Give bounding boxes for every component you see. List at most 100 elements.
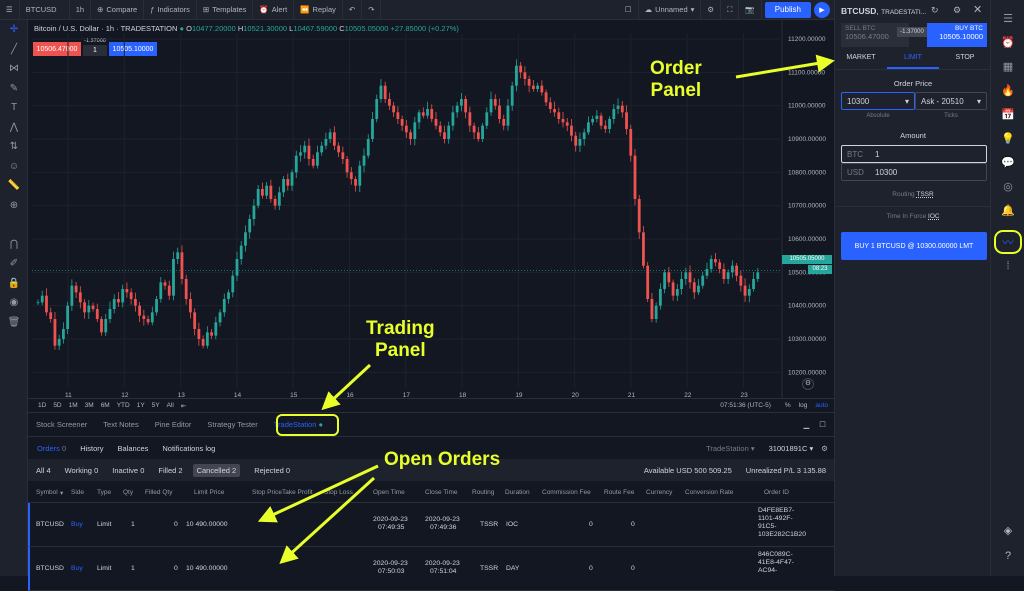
tab-limit[interactable]: LIMIT bbox=[887, 54, 939, 69]
zoom-icon[interactable]: ⊕ bbox=[0, 196, 28, 216]
range-1y[interactable]: 1Y bbox=[137, 402, 145, 409]
range-6m[interactable]: 6M bbox=[101, 402, 110, 409]
column-header[interactable]: Close Time bbox=[425, 489, 458, 496]
filter-inactive[interactable]: Inactive 0 bbox=[112, 466, 144, 475]
column-header[interactable]: Open Time bbox=[373, 489, 405, 496]
range-3m[interactable]: 3M bbox=[85, 402, 94, 409]
broker-select[interactable]: TradeStation ▾ bbox=[706, 444, 755, 453]
column-header[interactable]: Conversion Rate bbox=[685, 489, 733, 496]
btc-amount-input[interactable]: BTC 1 bbox=[841, 145, 987, 163]
interval-button[interactable]: 1h bbox=[70, 0, 92, 19]
column-header[interactable]: Qty bbox=[123, 489, 133, 496]
settings-button[interactable]: ⚙ bbox=[701, 0, 722, 19]
column-header[interactable]: Limit Price bbox=[194, 489, 224, 496]
column-header[interactable]: Take Profit bbox=[282, 489, 313, 496]
brush-icon[interactable]: ✎ bbox=[0, 79, 28, 99]
trading-panel-icon[interactable]: 〰 bbox=[991, 230, 1024, 254]
tab-strategy-tester[interactable]: Strategy Tester bbox=[199, 420, 265, 429]
maximize-icon[interactable]: ☐ bbox=[819, 420, 826, 429]
calendar-icon[interactable]: 📅 bbox=[991, 102, 1024, 126]
compare-button[interactable]: ⊕ Compare bbox=[91, 0, 145, 19]
column-header[interactable]: Stop Price bbox=[252, 489, 282, 496]
column-header[interactable]: Type bbox=[97, 489, 111, 496]
close-icon[interactable]: ✕ bbox=[973, 3, 982, 16]
snapshot-button[interactable]: 📷 bbox=[739, 0, 762, 19]
range-5y[interactable]: 5Y bbox=[152, 402, 160, 409]
tab-pine-editor[interactable]: Pine Editor bbox=[147, 420, 200, 429]
dom-icon[interactable]: ⁞ bbox=[991, 254, 1024, 278]
redo-button[interactable]: ↷ bbox=[362, 0, 382, 19]
buy-button[interactable]: BUY BTC 10505.10000 bbox=[927, 23, 987, 47]
hotlist-icon[interactable]: 🔥 bbox=[991, 78, 1024, 102]
filter-working[interactable]: Working 0 bbox=[65, 466, 99, 475]
column-header[interactable]: Currency bbox=[646, 489, 672, 496]
trendline-icon[interactable]: ╱ bbox=[0, 40, 28, 60]
filter-cancelled[interactable]: Cancelled 2 bbox=[192, 463, 241, 477]
alerts-icon[interactable]: ⏰ bbox=[991, 30, 1024, 54]
templates-button[interactable]: ⊞ Templates bbox=[197, 0, 254, 19]
crosshair-icon[interactable]: ✛ bbox=[0, 20, 28, 40]
account-select[interactable]: 31001891C ▾ bbox=[769, 444, 814, 453]
column-header[interactable]: Stop Loss bbox=[324, 489, 353, 496]
ruler-icon[interactable]: 📏 bbox=[0, 176, 28, 196]
layers-icon[interactable]: ◈ bbox=[991, 524, 1024, 537]
indicators-button[interactable]: ƒ Indicators bbox=[144, 0, 197, 19]
auto-toggle[interactable]: auto bbox=[815, 402, 828, 409]
subtab-orders[interactable]: Orders 0 bbox=[37, 444, 66, 453]
column-header[interactable]: Duration bbox=[505, 489, 530, 496]
streams-icon[interactable]: ◎ bbox=[991, 174, 1024, 198]
undo-button[interactable]: ↶ bbox=[343, 0, 363, 19]
filter-filled[interactable]: Filled 2 bbox=[158, 466, 182, 475]
tab-market[interactable]: MARKET bbox=[835, 54, 887, 69]
settings-gear-icon[interactable]: ⚙ bbox=[802, 378, 814, 390]
percent-toggle[interactable]: % bbox=[785, 402, 791, 409]
column-header[interactable]: Routing bbox=[472, 489, 494, 496]
minimize-icon[interactable]: ▁ bbox=[803, 420, 809, 429]
publish-button[interactable]: Publish bbox=[764, 1, 811, 18]
refresh-icon[interactable]: ↻ bbox=[931, 5, 939, 16]
date-range-icon[interactable]: ⇤ bbox=[181, 402, 186, 410]
tab-text-notes[interactable]: Text Notes bbox=[95, 420, 146, 429]
column-header[interactable]: Filled Qty bbox=[145, 489, 172, 496]
alert-button[interactable]: ⏰ Alert bbox=[253, 0, 295, 19]
ideas-icon[interactable]: 💡 bbox=[991, 126, 1024, 150]
usd-amount-input[interactable]: USD 10300 bbox=[841, 163, 987, 181]
projection-icon[interactable]: ⇅ bbox=[0, 137, 28, 157]
price-input[interactable]: 10300 ▾ bbox=[841, 92, 915, 110]
submit-order-button[interactable]: BUY 1 BTCUSD @ 10300.00000 LMT bbox=[841, 232, 987, 260]
column-header[interactable]: Commission Fee bbox=[542, 489, 591, 496]
help-icon[interactable]: ? bbox=[991, 550, 1024, 562]
fullscreen-button[interactable]: ⛶ bbox=[721, 0, 740, 19]
sort-caret-icon[interactable]: ▾ bbox=[60, 489, 63, 497]
play-button[interactable]: ▶ bbox=[814, 1, 830, 18]
routing-value[interactable]: TSSR bbox=[916, 191, 933, 198]
emoji-icon[interactable]: ☺ bbox=[0, 157, 28, 177]
chat-icon[interactable]: 💬 bbox=[991, 150, 1024, 174]
lock-icon[interactable]: 🔒 bbox=[0, 274, 28, 294]
subtab-history[interactable]: History bbox=[80, 444, 103, 453]
layout-toggle-button[interactable]: ☐ bbox=[619, 0, 639, 19]
eye-icon[interactable]: ◉ bbox=[0, 293, 28, 313]
column-header[interactable]: Route Fee bbox=[604, 489, 634, 496]
symbol-search-button[interactable]: BTCUSD bbox=[20, 0, 70, 19]
data-window-icon[interactable]: ▦ bbox=[991, 54, 1024, 78]
notifications-icon[interactable]: 🔔 bbox=[991, 198, 1024, 222]
panel-settings-icon[interactable]: ⚙ bbox=[821, 444, 828, 453]
price-mode-select[interactable]: Ask - 20510 ▾ bbox=[915, 92, 987, 110]
subtab-notifications[interactable]: Notifications log bbox=[162, 444, 215, 453]
range-1d[interactable]: 1D bbox=[38, 402, 46, 409]
tif-value[interactable]: IOC bbox=[928, 213, 940, 220]
magnet-icon[interactable]: ⋂ bbox=[0, 235, 28, 255]
filter-all[interactable]: All 4 bbox=[36, 466, 51, 475]
pattern-icon[interactable]: ⋀ bbox=[0, 118, 28, 138]
gear-icon[interactable]: ⚙ bbox=[953, 5, 961, 16]
column-header[interactable]: Side bbox=[71, 489, 84, 496]
range-all[interactable]: All bbox=[167, 402, 174, 409]
log-toggle[interactable]: log bbox=[799, 402, 808, 409]
column-header[interactable]: Order ID bbox=[764, 489, 789, 496]
filter-rejected[interactable]: Rejected 0 bbox=[254, 466, 290, 475]
range-ytd[interactable]: YTD bbox=[117, 402, 130, 409]
range-5d[interactable]: 5D bbox=[53, 402, 61, 409]
tab-stock-screener[interactable]: Stock Screener bbox=[28, 420, 95, 429]
menu-button[interactable]: ☰ bbox=[0, 0, 20, 19]
